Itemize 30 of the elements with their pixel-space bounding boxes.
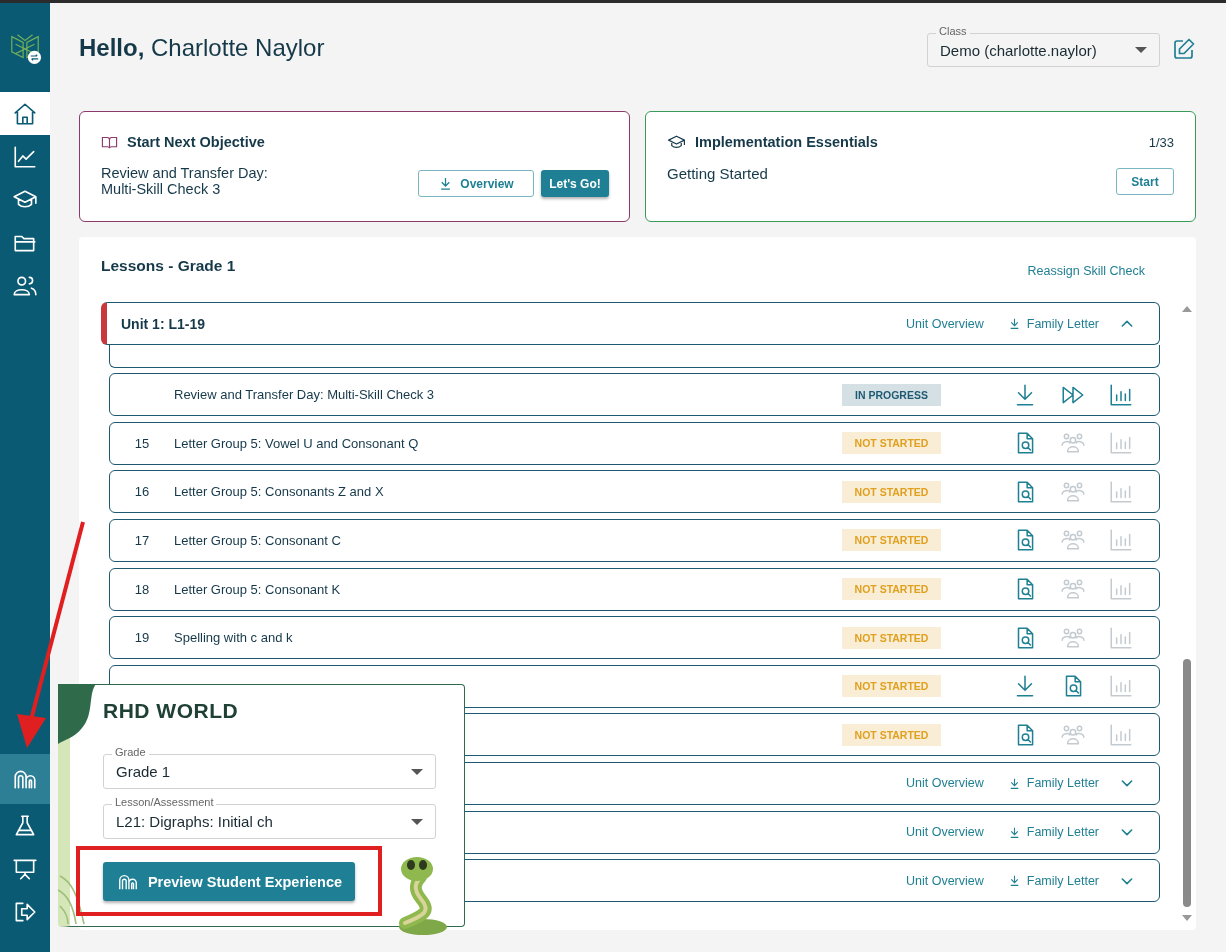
section-title: Lessons - Grade 1: [101, 257, 236, 275]
progress-count: 1/33: [1148, 134, 1174, 150]
greeting: Hello, Charlotte Naylor: [79, 34, 325, 62]
field-label: Class: [936, 25, 970, 38]
status-label: NOT STARTED: [842, 723, 941, 746]
status-label: NOT STARTED: [842, 529, 941, 552]
status-label: NOT STARTED: [842, 578, 941, 601]
objective-text: Review and Transfer Day: Multi-Skill Check 3: [101, 165, 269, 197]
lesson-title: Review and Transfer Day: Multi-Skill Check 3: [174, 387, 435, 403]
lesson-number: 18: [134, 581, 150, 597]
status-label: NOT STARTED: [842, 626, 941, 649]
lesson-number: 16: [134, 484, 150, 500]
unit-title: Unit 1: L1-19: [121, 315, 205, 332]
lesson-number: 17: [134, 532, 150, 548]
lesson-title: Letter Group 5: Consonants Z and X: [174, 484, 384, 500]
status-label: IN PROGRESS: [842, 383, 941, 406]
lesson-title: Letter Group 5: Vowel U and Consonant Q: [174, 435, 419, 451]
field-label: Lesson/Assessment: [112, 796, 217, 809]
lesson-number: 15: [134, 435, 150, 451]
card-title: Start Next Objective: [127, 134, 265, 150]
lesson-title: Letter Group 5: Consonant K: [174, 581, 341, 597]
field-label: Grade: [112, 746, 149, 759]
status-label: NOT STARTED: [842, 432, 941, 455]
status-label: NOT STARTED: [842, 675, 941, 698]
card-title: Implementation Essentials: [695, 134, 878, 150]
lesson-title: Letter Group 5: Consonant C: [174, 532, 341, 548]
status-label: NOT STARTED: [842, 480, 941, 503]
module-title: Getting Started: [667, 165, 768, 182]
lesson-number: 19: [134, 630, 150, 646]
lesson-title: Spelling with c and k: [174, 630, 293, 646]
